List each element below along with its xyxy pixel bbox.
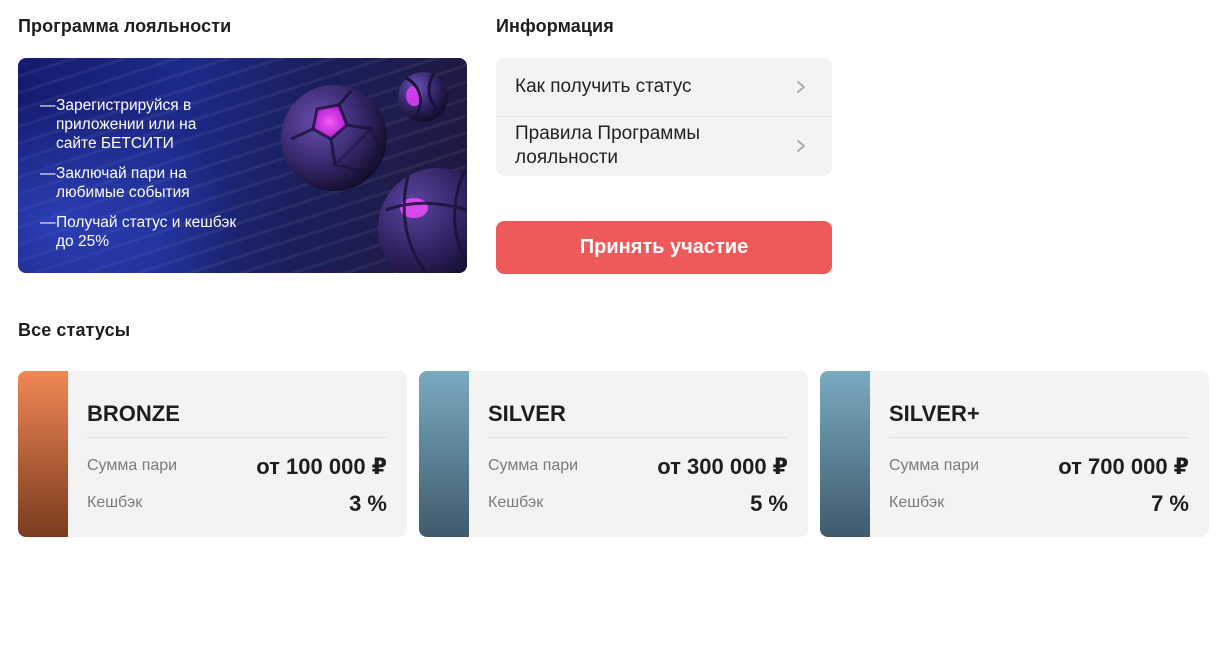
cashback-label: Кешбэк (889, 494, 945, 511)
chevron-right-icon (797, 140, 805, 152)
info-item-how-to-get-status[interactable]: Как получить статус (496, 58, 832, 116)
info-menu: Как получить статус Правила Программы ло… (496, 58, 832, 176)
status-card-silver[interactable]: SILVER Сумма пари от 300 000 ₽ Кешбэк 5 … (419, 371, 808, 537)
banner-step-bet: Заключай пари на любимые события (40, 164, 240, 202)
info-item-label: Правила Программы лояльности (515, 123, 701, 168)
bet-amount-label: Сумма пари (87, 457, 178, 474)
cashback-value: 5 % (750, 491, 788, 516)
cashback-value: 3 % (349, 491, 387, 516)
cashback-label: Кешбэк (488, 494, 544, 511)
bet-amount-label: Сумма пари (889, 457, 980, 474)
bet-amount-value: от 300 000 ₽ (657, 454, 788, 479)
bet-amount-value: от 700 000 ₽ (1058, 454, 1189, 479)
banner-step-register: Зарегистрируйся в приложении или на сайт… (40, 96, 240, 153)
loyalty-page: Программа лояльности Зарегистрируйся в п… (0, 0, 1216, 660)
status-card-bronze[interactable]: BRONZE Сумма пари от 100 000 ₽ Кешбэк 3 … (18, 371, 407, 537)
status-name: SILVER+ (889, 401, 980, 426)
banner-step-cashback: Получай статус и кешбэк до 25% (40, 213, 240, 251)
loyalty-section-title: Программа лояльности (18, 16, 232, 36)
cashback-value: 7 % (1151, 491, 1189, 516)
status-name: SILVER (488, 401, 566, 426)
bet-amount-value: от 100 000 ₽ (256, 454, 387, 479)
status-color-stripe (419, 371, 469, 537)
status-color-stripe (18, 371, 68, 537)
chevron-right-icon (797, 81, 805, 93)
tennis-ball-icon (398, 72, 448, 122)
statuses-section-title: Все статусы (18, 320, 131, 340)
status-name: BRONZE (87, 401, 180, 426)
join-program-button[interactable]: Принять участие (496, 221, 832, 274)
banner-steps-list: Зарегистрируйся в приложении или на сайт… (40, 96, 240, 262)
status-color-stripe (820, 371, 870, 537)
info-item-program-rules[interactable]: Правила Программы лояльности (496, 117, 832, 176)
card-divider (87, 437, 387, 438)
info-section-title: Информация (496, 16, 614, 36)
card-divider (889, 437, 1189, 438)
basketball-icon (378, 168, 467, 273)
football-ball-icon (281, 85, 387, 191)
card-divider (488, 437, 788, 438)
cashback-label: Кешбэк (87, 494, 143, 511)
status-card-silver-plus[interactable]: SILVER+ Сумма пари от 700 000 ₽ Кешбэк 7… (820, 371, 1209, 537)
info-item-label: Как получить статус (515, 76, 692, 97)
loyalty-banner[interactable]: Зарегистрируйся в приложении или на сайт… (18, 58, 467, 273)
bet-amount-label: Сумма пари (488, 457, 579, 474)
